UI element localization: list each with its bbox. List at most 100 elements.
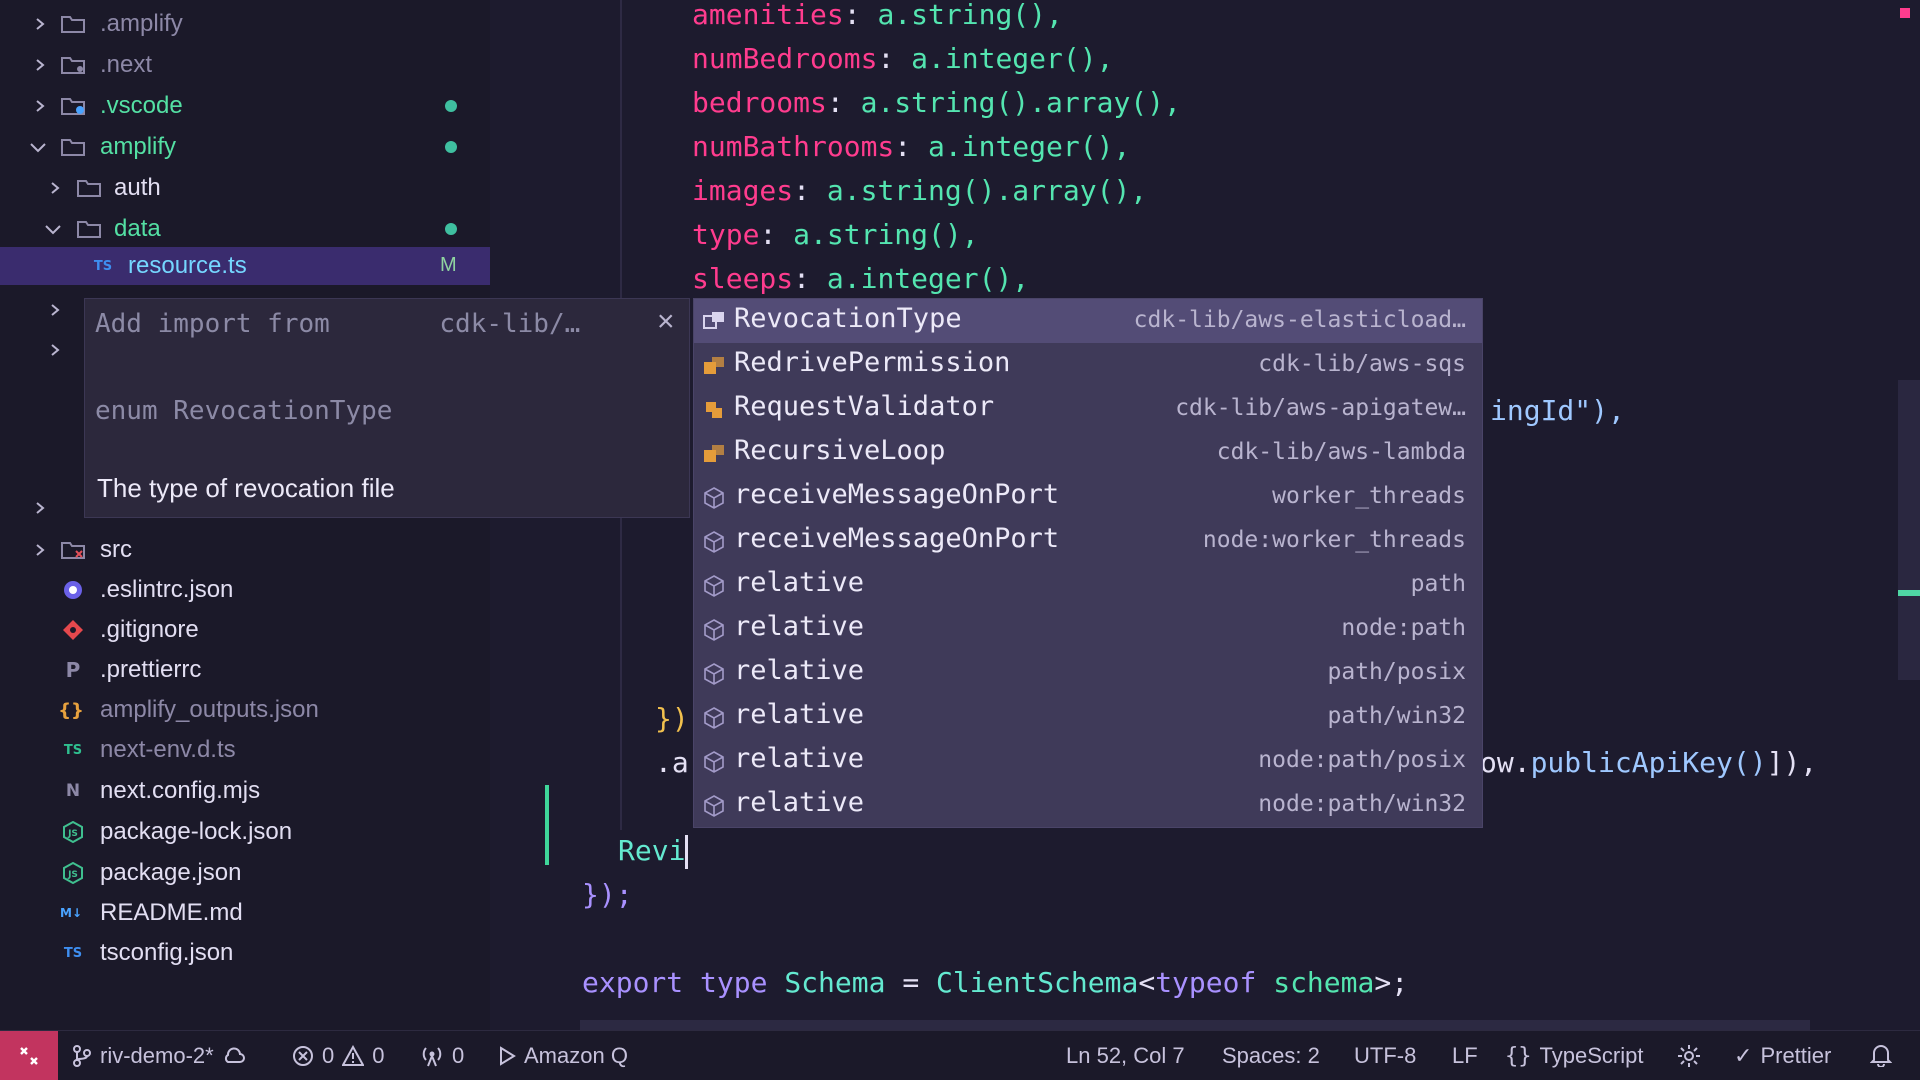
typescript-file-icon: TS <box>63 742 83 758</box>
tree-item-package-json[interactable]: JS package.json <box>0 853 490 893</box>
editor-scrollbar[interactable] <box>1898 380 1920 680</box>
tree-item-label: .gitignore <box>100 616 199 643</box>
tree-item-label: next.config.mjs <box>100 777 261 804</box>
tree-item-package-lock[interactable]: JS package-lock.json <box>0 812 490 852</box>
suggestion-item[interactable]: RevocationType cdk-lib/aws-elasticload… <box>694 299 1482 343</box>
markdown-file-icon: M↓ <box>60 906 82 920</box>
settings-sync-status[interactable] <box>1676 1043 1702 1069</box>
git-file-icon <box>63 620 83 640</box>
tree-item-label: .eslintrc.json <box>100 576 234 603</box>
method-icon <box>704 575 724 597</box>
tree-item-amplify-outputs[interactable]: {} amplify_outputs.json <box>0 690 490 730</box>
suggestion-detail: node:path <box>1341 615 1466 641</box>
suggestion-detail: path <box>1410 571 1466 597</box>
language-label: TypeScript <box>1539 1043 1644 1068</box>
suggestion-label: relative <box>734 567 865 598</box>
suggestion-detail: node:path/posix <box>1258 747 1466 773</box>
code-line-partial[interactable]: .a <box>655 746 689 779</box>
tree-item-amplify[interactable]: amplify <box>0 127 490 167</box>
code-line[interactable]: sleeps: a.integer(), <box>692 262 1029 295</box>
eol-status[interactable]: LF <box>1452 1043 1478 1069</box>
tree-item-src[interactable]: src <box>0 530 490 570</box>
code-line-current[interactable]: Revi <box>618 834 689 869</box>
horizontal-scrollbar[interactable] <box>580 1020 1810 1030</box>
tree-item-tsconfig[interactable]: TS tsconfig.json <box>0 933 490 973</box>
src-folder-icon <box>61 542 85 559</box>
code-line[interactable]: export type Schema = ClientSchema<typeof… <box>582 966 1408 999</box>
suggestion-label: relative <box>734 743 865 774</box>
chevron-right-icon <box>45 340 65 360</box>
suggestion-item[interactable]: receiveMessageOnPort node:worker_threads <box>694 519 1482 563</box>
tree-item-dot-vscode[interactable]: .vscode <box>0 86 490 126</box>
code-line[interactable]: images: a.string().array(), <box>692 174 1147 207</box>
method-icon <box>704 487 724 509</box>
suggestion-item[interactable]: relative path <box>694 563 1482 607</box>
gear-icon <box>1678 1045 1700 1067</box>
code-line[interactable]: numBedrooms: a.integer(), <box>692 42 1113 75</box>
chevron-right-icon <box>30 14 50 34</box>
code-line-partial[interactable]: ow.publicApiKey()]), <box>1480 746 1817 779</box>
suggestion-item[interactable]: relative path/posix <box>694 651 1482 695</box>
prettier-status[interactable]: ✓ Prettier <box>1734 1043 1831 1069</box>
suggestion-label: receiveMessageOnPort <box>734 479 1060 510</box>
operator: = <box>902 966 920 999</box>
code-line-partial[interactable]: ingId"), <box>1490 394 1625 427</box>
amazon-q-status[interactable]: Amazon Q <box>498 1043 628 1069</box>
suggestion-item[interactable]: RedrivePermission cdk-lib/aws-sqs <box>694 343 1482 387</box>
branch-status[interactable]: riv-demo-2* <box>72 1043 246 1069</box>
code-line[interactable]: bedrooms: a.string().array(), <box>692 86 1181 119</box>
check-icon: ✓ <box>1734 1043 1753 1068</box>
problems-status[interactable]: 0 0 <box>292 1043 385 1069</box>
tree-item-next-env[interactable]: TS next-env.d.ts <box>0 730 490 770</box>
suggestion-label: RevocationType <box>734 303 962 334</box>
bell-icon <box>1870 1045 1892 1067</box>
autocomplete-list[interactable]: RevocationType cdk-lib/aws-elasticload… … <box>693 298 1483 828</box>
suggestion-item[interactable]: relative node:path <box>694 607 1482 651</box>
code-line-partial[interactable]: }) <box>655 702 689 735</box>
type-name: ClientSchema <box>936 966 1139 999</box>
remote-button[interactable] <box>0 1031 58 1080</box>
code-line[interactable]: type: a.string(), <box>692 218 979 251</box>
tree-item-readme[interactable]: M↓ README.md <box>0 893 490 933</box>
folder-icon <box>61 16 85 33</box>
suggestion-label: RedrivePermission <box>734 347 1011 378</box>
tree-item-dot-amplify[interactable]: .amplify <box>0 4 490 44</box>
language-status[interactable]: {} TypeScript <box>1505 1043 1643 1069</box>
tree-item-resource-ts[interactable]: TS resource.ts M <box>0 247 490 285</box>
operator: < <box>1138 966 1156 999</box>
tree-item-label: .vscode <box>100 92 183 119</box>
tree-item-eslintrc[interactable]: .eslintrc.json <box>0 570 490 610</box>
suggestion-item[interactable]: relative node:path/posix <box>694 739 1482 783</box>
code-text: .a <box>655 746 689 779</box>
warning-count: 0 <box>372 1043 385 1068</box>
ports-status[interactable]: 0 <box>420 1043 464 1069</box>
tree-item-prettierrc[interactable]: P .prettierrc <box>0 650 490 690</box>
code-line[interactable]: amenities: a.string(), <box>692 0 1063 31</box>
property-name: type <box>692 218 760 251</box>
suggestion-detail: cdk-lib/aws-sqs <box>1258 351 1466 377</box>
notifications-button[interactable] <box>1870 1043 1892 1067</box>
tree-item-label: .next <box>100 51 153 78</box>
tree-item-data[interactable]: data <box>0 209 490 249</box>
suggestion-item[interactable]: relative path/win32 <box>694 695 1482 739</box>
code-line[interactable]: }); <box>582 878 633 911</box>
suggestion-item[interactable]: relative node:path/win32 <box>694 783 1482 827</box>
status-bar: riv-demo-2* 0 0 0 Amazon Q Ln 52, Col 7 … <box>0 1030 1920 1080</box>
property-value: a.string().array(), <box>826 174 1148 207</box>
tree-item-dot-next[interactable]: .next <box>0 45 490 85</box>
suggestion-item[interactable]: RecursiveLoop cdk-lib/aws-lambda <box>694 431 1482 475</box>
error-icon <box>293 1046 313 1066</box>
indentation-status[interactable]: Spaces: 2 <box>1222 1043 1320 1069</box>
tree-item-gitignore[interactable]: .gitignore <box>0 610 490 650</box>
cursor-position[interactable]: Ln 52, Col 7 <box>1066 1043 1185 1069</box>
suggestion-item[interactable]: receiveMessageOnPort worker_threads <box>694 475 1482 519</box>
tree-item-auth[interactable]: auth <box>0 168 490 208</box>
close-icon[interactable]: × <box>657 305 675 339</box>
eol-label: LF <box>1452 1043 1478 1068</box>
vscode-folder-icon <box>61 98 85 115</box>
identifier: schema <box>1273 966 1375 999</box>
suggestion-item[interactable]: RequestValidator cdk-lib/aws-apigatew… <box>694 387 1482 431</box>
code-line[interactable]: numBathrooms: a.integer(), <box>692 130 1130 163</box>
encoding-status[interactable]: UTF-8 <box>1354 1043 1416 1069</box>
tree-item-next-config[interactable]: N next.config.mjs <box>0 771 490 811</box>
